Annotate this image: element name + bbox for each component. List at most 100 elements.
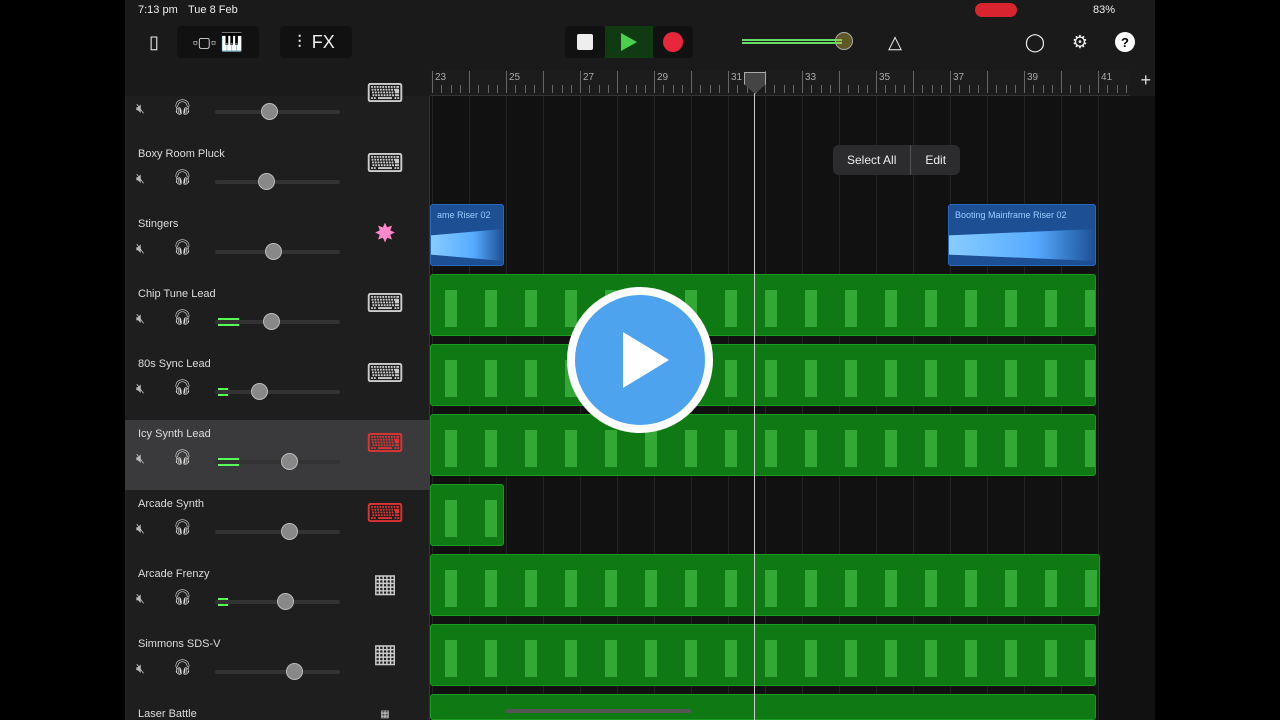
keyboard-stand-icon[interactable]: ⌨ xyxy=(360,80,410,130)
ruler-tick xyxy=(913,71,914,93)
mute-icon[interactable]: 🔇︎ xyxy=(136,520,145,537)
mute-icon[interactable]: 🔇︎ xyxy=(136,170,145,187)
track-volume-slider[interactable] xyxy=(215,530,340,534)
headphones-icon[interactable]: 🎧︎ xyxy=(173,588,192,606)
master-volume-slider[interactable] xyxy=(742,39,842,44)
track-header[interactable]: Laser Battle ▦ xyxy=(125,700,430,720)
sparkle-burst-icon[interactable]: ✸ xyxy=(360,220,410,270)
audio-region[interactable]: ame Riser 02 xyxy=(430,204,504,266)
track-volume-slider[interactable] xyxy=(215,390,340,394)
volume-knob[interactable] xyxy=(277,593,294,610)
headphones-icon[interactable]: 🎧︎ xyxy=(173,238,192,256)
drum-machine-icon[interactable]: ▦ xyxy=(360,570,410,620)
mute-icon[interactable]: 🔇︎ xyxy=(136,240,145,257)
play-button[interactable] xyxy=(605,26,653,58)
track-header[interactable]: Boxy Room Pluck 🔇︎ 🎧︎ ⌨ xyxy=(125,140,430,210)
master-volume-knob[interactable] xyxy=(835,32,853,50)
timeline-ruler[interactable]: 23 25 27 29 31 33 35 37 39 41 xyxy=(430,70,1130,96)
volume-knob[interactable] xyxy=(285,663,303,680)
track-lanes[interactable]: ame Riser 02 Booting Mainframe Riser 02 xyxy=(430,96,1155,720)
track-header[interactable]: Arcade Frenzy 🔇︎ 🎧︎ ▦ xyxy=(125,560,430,630)
midi-region[interactable] xyxy=(430,484,504,546)
help-icon[interactable]: ? xyxy=(1115,32,1135,52)
ruler-tick xyxy=(977,85,979,93)
mute-icon[interactable]: 🔇︎ xyxy=(136,590,145,607)
headphones-icon[interactable]: 🎧︎ xyxy=(173,168,192,186)
keyboard-stand-icon[interactable]: ⌨ xyxy=(360,150,410,200)
midi-region[interactable] xyxy=(430,624,1096,686)
ruler-tick xyxy=(876,71,877,93)
volume-knob[interactable] xyxy=(280,453,298,470)
mute-icon[interactable]: 🔇︎ xyxy=(136,660,145,677)
ruler-tick xyxy=(524,85,526,93)
headphones-icon[interactable]: 🎧︎ xyxy=(173,658,192,676)
track-header[interactable]: Stingers 🔇︎ 🎧︎ ✸ xyxy=(125,210,430,280)
add-section-icon[interactable]: + xyxy=(1140,70,1151,91)
midi-region[interactable] xyxy=(430,344,1096,406)
mute-icon[interactable]: 🔇︎ xyxy=(136,450,145,467)
red-keyboard-icon[interactable]: ⌨ xyxy=(360,430,410,480)
midi-region[interactable] xyxy=(430,414,1096,476)
playhead[interactable] xyxy=(754,80,755,720)
red-keyboard-icon[interactable]: ⌨ xyxy=(360,500,410,550)
drum-machine-icon[interactable]: ▦ xyxy=(360,640,410,690)
ruler-tick xyxy=(589,85,591,93)
ruler-tick xyxy=(533,85,535,93)
keyboard-stand-icon[interactable]: ⌨ xyxy=(360,360,410,410)
mixer-icon[interactable]: ⫶ xyxy=(297,32,302,53)
keyboard-stand-icon[interactable]: ⌨ xyxy=(360,290,410,340)
audio-region[interactable]: Booting Mainframe Riser 02 xyxy=(948,204,1096,266)
track-header[interactable]: 80s Sync Lead 🔇︎ 🎧︎ ⌨ xyxy=(125,350,430,420)
horizontal-scrollbar[interactable] xyxy=(505,709,691,713)
track-header[interactable]: Simmons SDS-V 🔇︎ 🎧︎ ▦ xyxy=(125,630,430,700)
ruler-tick xyxy=(1051,85,1053,93)
ruler-tick xyxy=(987,71,988,93)
ruler-tick xyxy=(866,85,868,93)
ruler-tick xyxy=(1070,85,1072,93)
track-header[interactable]: Chip Tune Lead 🔇︎ 🎧︎ ⌨ xyxy=(125,280,430,350)
track-header[interactable]: Arcade Synth 🔇︎ 🎧︎ ⌨ xyxy=(125,490,430,560)
settings-icon[interactable]: ⚙ xyxy=(1065,26,1095,58)
track-header[interactable]: 🔇︎ 🎧︎ ⌨ xyxy=(125,70,430,140)
ruler-tick xyxy=(672,85,674,93)
mute-icon[interactable]: 🔇︎ xyxy=(136,310,145,327)
volume-knob[interactable] xyxy=(264,243,282,260)
mute-icon[interactable]: 🔇︎ xyxy=(136,100,145,117)
piano-keys-icon[interactable]: 🎹 xyxy=(221,32,243,53)
headphones-icon[interactable]: 🎧︎ xyxy=(173,518,192,536)
drum-machine-icon[interactable]: ▦ xyxy=(360,710,410,720)
status-time: 7:13 pm xyxy=(138,4,178,16)
track-header[interactable]: Icy Synth Lead 🔇︎ 🎧︎ ⌨ xyxy=(125,420,430,490)
record-button[interactable] xyxy=(653,26,693,58)
mute-icon[interactable]: 🔇︎ xyxy=(136,380,145,397)
track-volume-slider[interactable] xyxy=(215,670,340,674)
ruler-tick xyxy=(1088,85,1090,93)
grid-line xyxy=(1098,96,1099,720)
video-play-overlay-button[interactable] xyxy=(567,287,713,433)
midi-region[interactable] xyxy=(430,694,1096,720)
midi-region[interactable] xyxy=(430,554,1100,616)
ruler-tick xyxy=(857,85,859,93)
loop-icon[interactable]: ◯ xyxy=(1020,26,1050,58)
edit-menu-item[interactable]: Edit xyxy=(910,145,960,175)
play-icon xyxy=(621,33,637,51)
volume-knob[interactable] xyxy=(280,523,298,540)
headphones-icon[interactable]: 🎧︎ xyxy=(173,98,192,116)
headphones-icon[interactable]: 🎧︎ xyxy=(173,448,192,466)
volume-knob[interactable] xyxy=(260,103,278,120)
volume-knob[interactable] xyxy=(263,313,281,330)
stop-button[interactable] xyxy=(565,26,605,58)
volume-knob[interactable] xyxy=(258,173,276,190)
headphones-icon[interactable]: 🎧︎ xyxy=(173,378,192,396)
metronome-icon[interactable]: △ xyxy=(880,26,910,58)
tracks-view-icon[interactable]: ▫▢▫ xyxy=(193,34,216,51)
fx-button[interactable]: FX xyxy=(312,32,335,53)
select-all-menu-item[interactable]: Select All xyxy=(833,145,910,175)
volume-knob[interactable] xyxy=(250,383,268,400)
document-icon[interactable]: ▯ xyxy=(140,26,168,58)
track-volume-slider[interactable] xyxy=(215,180,340,184)
stop-icon xyxy=(577,34,593,50)
midi-region[interactable] xyxy=(430,274,1096,336)
headphones-icon[interactable]: 🎧︎ xyxy=(173,308,192,326)
ruler-tick xyxy=(617,71,618,93)
